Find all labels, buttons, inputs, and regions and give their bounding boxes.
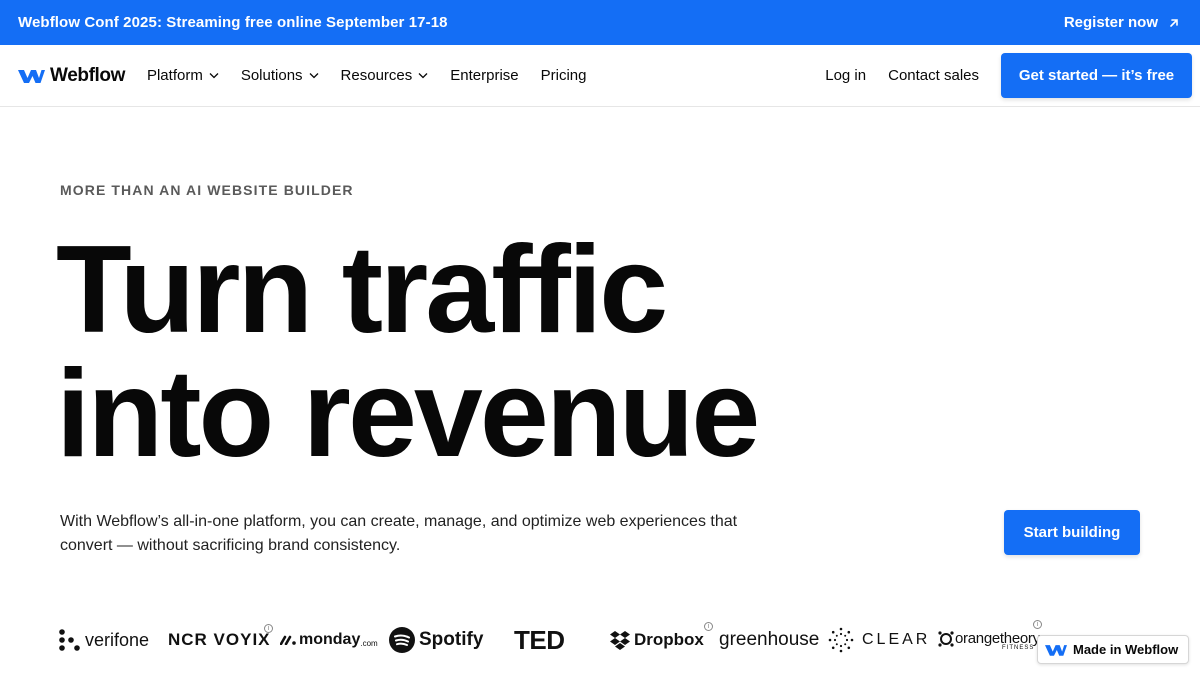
info-icon: i [1033,620,1042,629]
nav-items: Platform Solutions Resources Enterprise … [147,67,609,84]
orangetheory-logo: orangetheory FITNESS [938,622,1040,658]
arrow-up-right-icon [1170,18,1178,27]
webflow-logo[interactable]: Webflow [18,65,125,87]
clear-logo: CLEAR [828,622,930,658]
nav-item-enterprise[interactable]: Enterprise [450,67,518,84]
dropbox-icon [610,631,630,650]
contact-sales-link[interactable]: Contact sales [888,67,979,84]
ncr-voyix-wordmark: NCR VOYIX [168,630,271,649]
monday-logo: monday .com [280,622,378,658]
ncr-voyix-logo: NCR VOYIX [168,622,271,658]
greenhouse-logo: greenhouse [719,622,819,658]
monday-suffix: .com [360,638,378,648]
verifone-logo: verifone [58,622,149,658]
nav-item-label: Pricing [540,67,587,84]
greenhouse-wordmark: greenhouse [719,629,820,650]
nav-item-resources[interactable]: Resources [341,67,429,84]
orangetheory-icon [938,630,954,647]
info-icon: i [704,622,713,631]
register-now-link[interactable]: Register now [1064,14,1182,31]
chevron-down-icon [209,73,219,79]
dropbox-logo: Dropbox [609,622,704,658]
start-building-button[interactable]: Start building [1004,510,1140,555]
customer-logos: verifone NCR VOYIX i monday .com Spotify… [58,620,1200,662]
headline-line-1: Turn traffic [56,221,668,359]
nav-item-solutions[interactable]: Solutions [241,67,319,84]
clear-wordmark: CLEAR [862,631,931,648]
spotify-icon [389,627,415,653]
get-started-button[interactable]: Get started — it’s free [1001,53,1192,98]
banner-text: Webflow Conf 2025: Streaming free online… [18,14,448,31]
orangetheory-subtitle: FITNESS [1002,644,1035,651]
nav-item-label: Resources [340,67,413,84]
spotify-logo: Spotify [389,622,483,658]
nav-item-pricing[interactable]: Pricing [541,67,587,84]
nav-item-label: Platform [146,67,203,84]
hero-headline: Turn traffic into revenue [56,221,760,483]
login-link[interactable]: Log in [825,67,866,84]
badge-label: Made in Webflow [1073,642,1179,657]
monday-wordmark: monday [299,631,361,648]
brand-name: Webflow [50,64,125,86]
hero-subtext: With Webflow’s all-in-one platform, you … [60,513,738,554]
headline-line-2: into revenue [56,345,760,483]
hero-eyebrow: MORE THAN AN AI WEBSITE BUILDER [60,182,354,198]
verifone-wordmark: verifone [85,629,150,650]
monday-mark-icon [280,635,296,645]
chevron-down-icon [309,73,319,79]
webflow-logo-icon [18,69,45,83]
dropbox-wordmark: Dropbox [634,630,704,649]
nav-item-platform[interactable]: Platform [147,67,219,84]
nav-item-label: Enterprise [450,67,519,84]
main-nav: Webflow Platform Solutions Resources Ent… [0,45,1200,107]
nav-item-label: Solutions [240,67,303,84]
webflow-logo-icon [1045,644,1067,656]
ted-logo: TED [514,622,565,658]
register-now-label: Register now [1063,14,1158,31]
made-in-webflow-badge[interactable]: Made in Webflow [1037,635,1189,664]
announcement-banner: Webflow Conf 2025: Streaming free online… [0,0,1200,45]
ted-wordmark: TED [514,624,565,655]
info-icon: i [264,624,273,633]
chevron-down-icon [418,73,428,79]
nav-right: Log in Contact sales Get started — it’s … [825,53,1200,98]
verifone-dots-icon [59,629,80,651]
clear-dots-icon [828,627,854,653]
spotify-wordmark: Spotify [419,629,484,650]
